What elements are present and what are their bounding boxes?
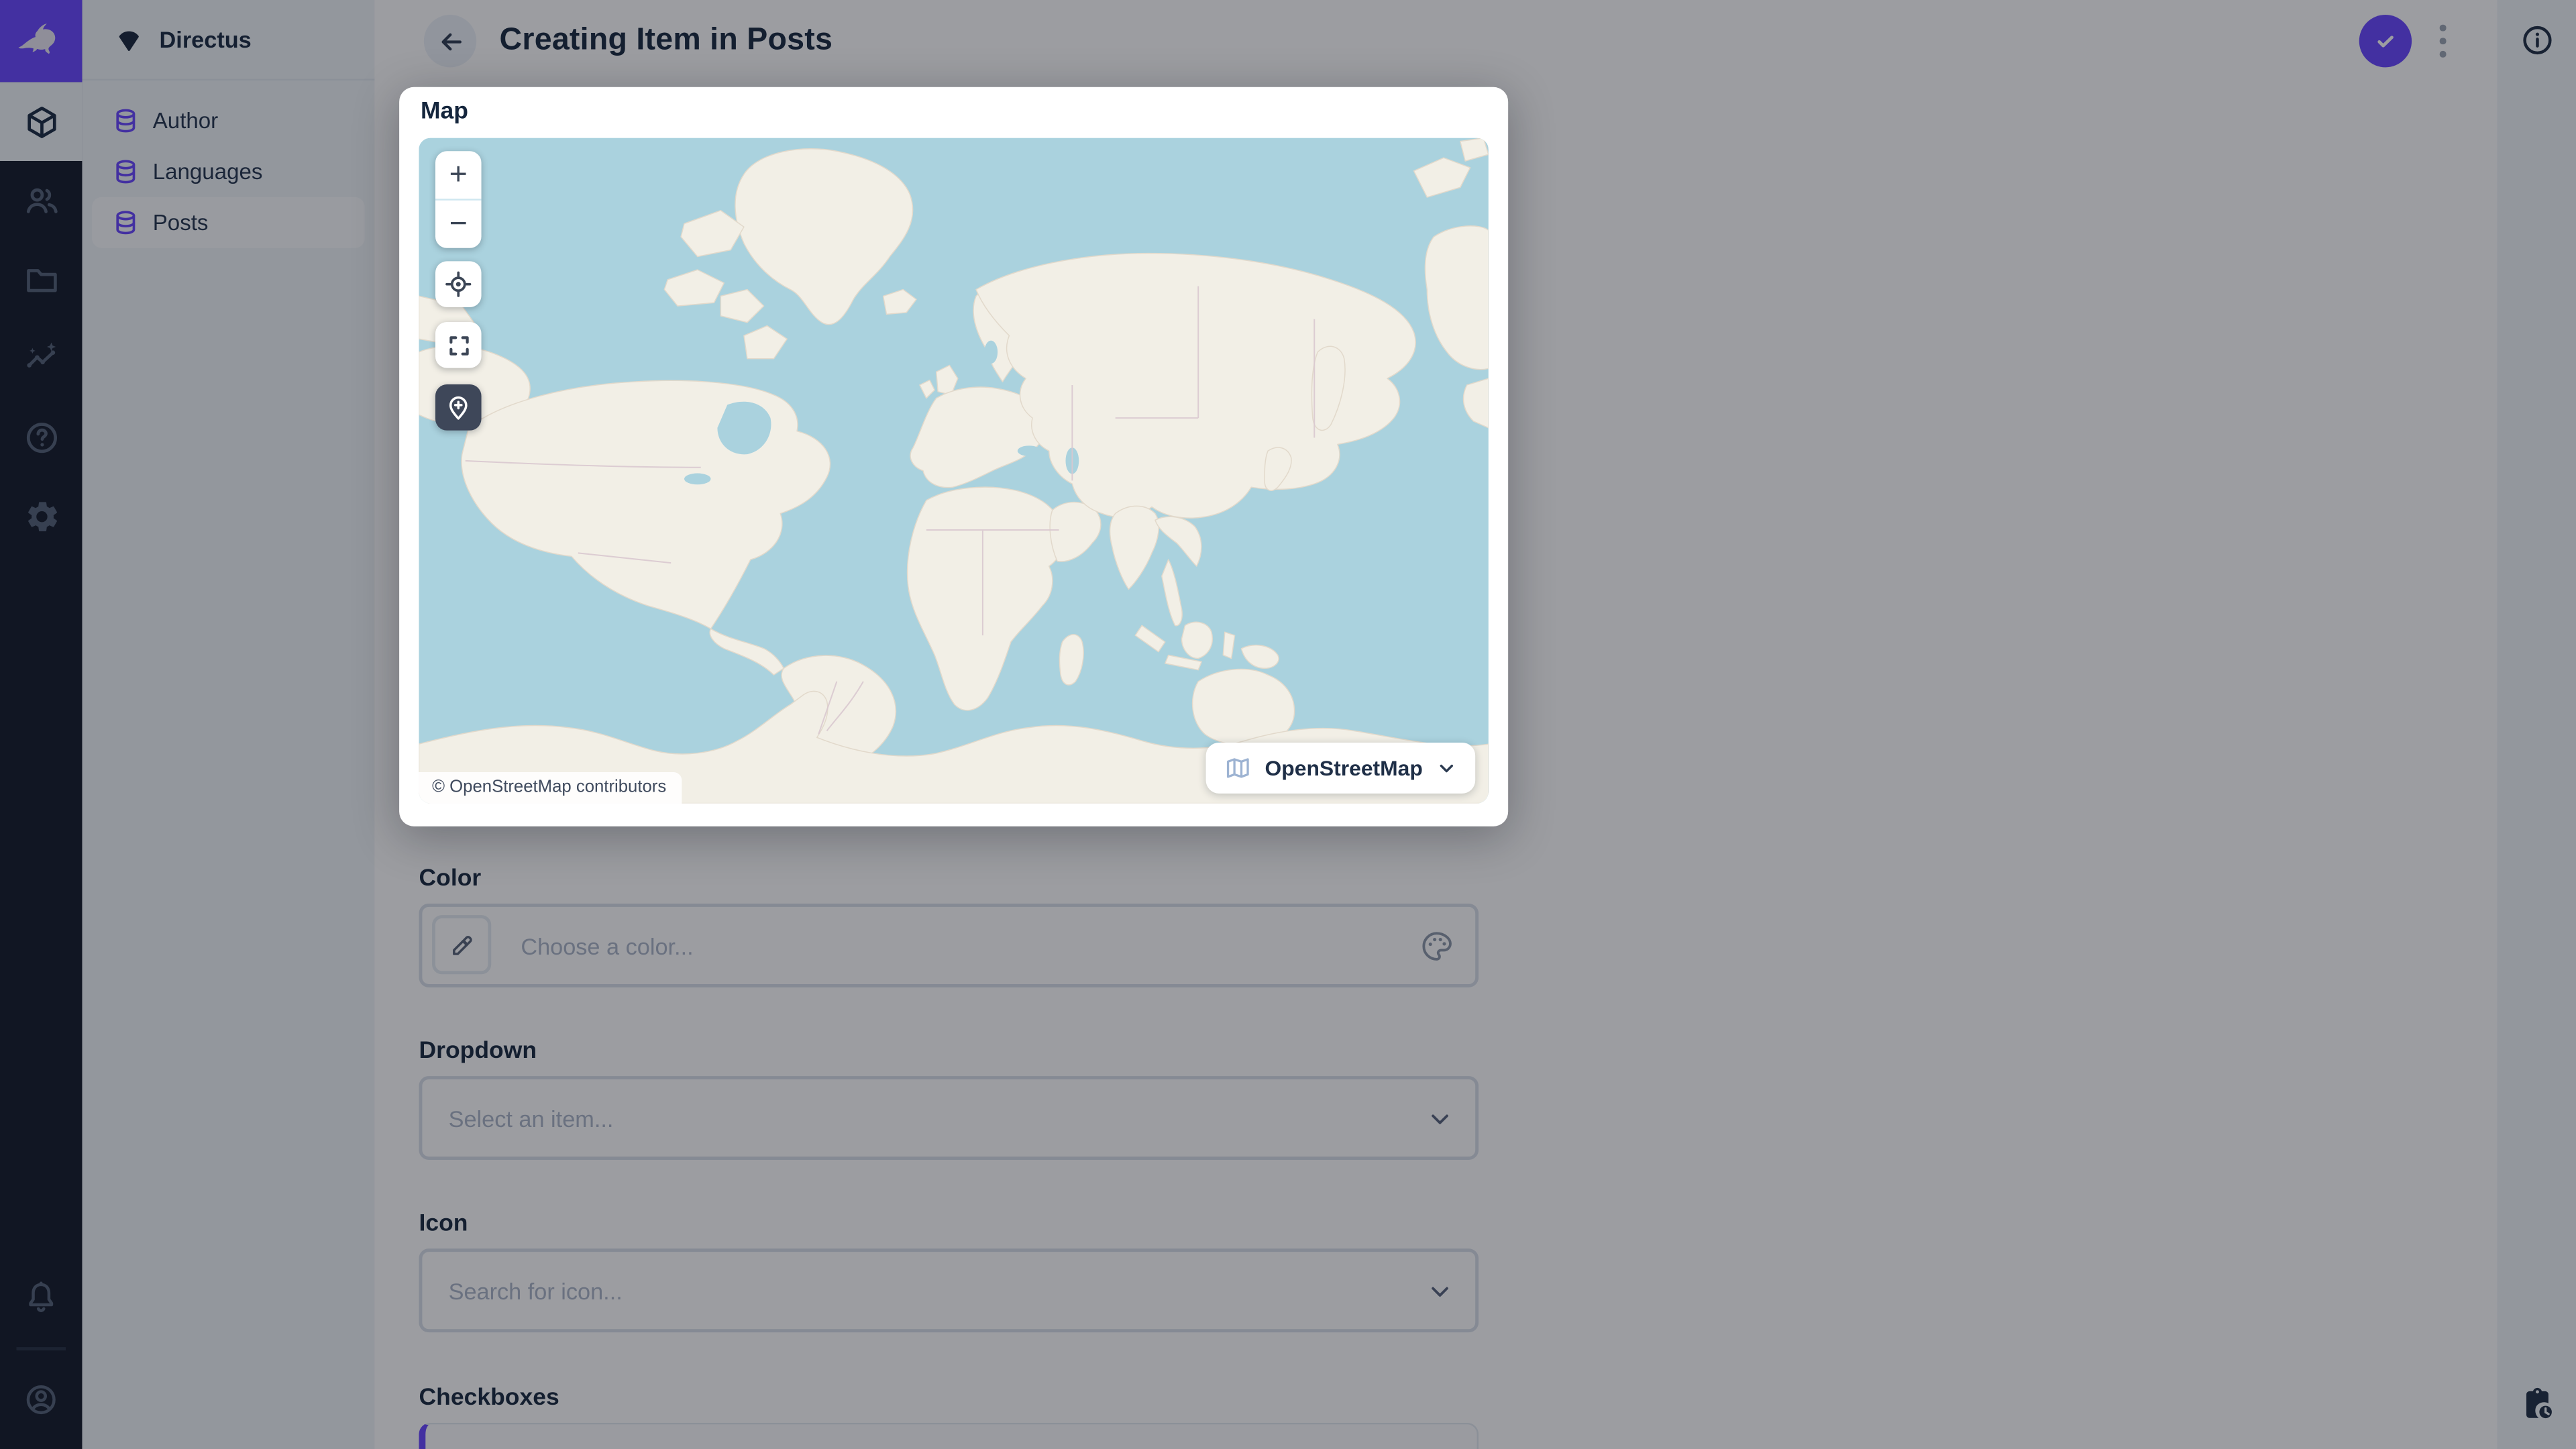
map-canvas[interactable]: + − © OpenStreetMap contributors OpenStr… xyxy=(419,138,1489,804)
map-attribution: © OpenStreetMap contributors xyxy=(419,772,682,804)
directus-app: Directus Author Languages Posts Creating… xyxy=(0,0,2576,1449)
map-field-card: Map + − © OpenStreetMap contributors Ope… xyxy=(399,87,1509,826)
add-location-control xyxy=(435,384,482,431)
location-pin-plus-icon xyxy=(449,396,468,420)
map-icon xyxy=(1226,758,1249,778)
fullscreen-button[interactable] xyxy=(435,322,482,368)
basemap-label: OpenStreetMap xyxy=(1265,755,1423,781)
geolocate-control xyxy=(435,261,482,307)
fullscreen-control xyxy=(435,322,482,368)
map-field-label: Map xyxy=(420,98,468,125)
zoom-out-button[interactable]: − xyxy=(435,201,482,248)
chevron-down-icon xyxy=(1440,764,1454,773)
world-map xyxy=(419,138,1489,804)
plus-icon: + xyxy=(449,158,468,193)
geolocate-icon xyxy=(445,271,472,297)
minus-icon: − xyxy=(449,207,468,242)
fullscreen-icon xyxy=(449,335,468,355)
geolocate-button[interactable] xyxy=(435,261,482,307)
basemap-selector[interactable]: OpenStreetMap xyxy=(1205,742,1476,794)
zoom-in-button[interactable]: + xyxy=(435,151,482,199)
zoom-control-group: + − xyxy=(435,151,482,248)
add-location-pin-button[interactable] xyxy=(435,384,482,431)
